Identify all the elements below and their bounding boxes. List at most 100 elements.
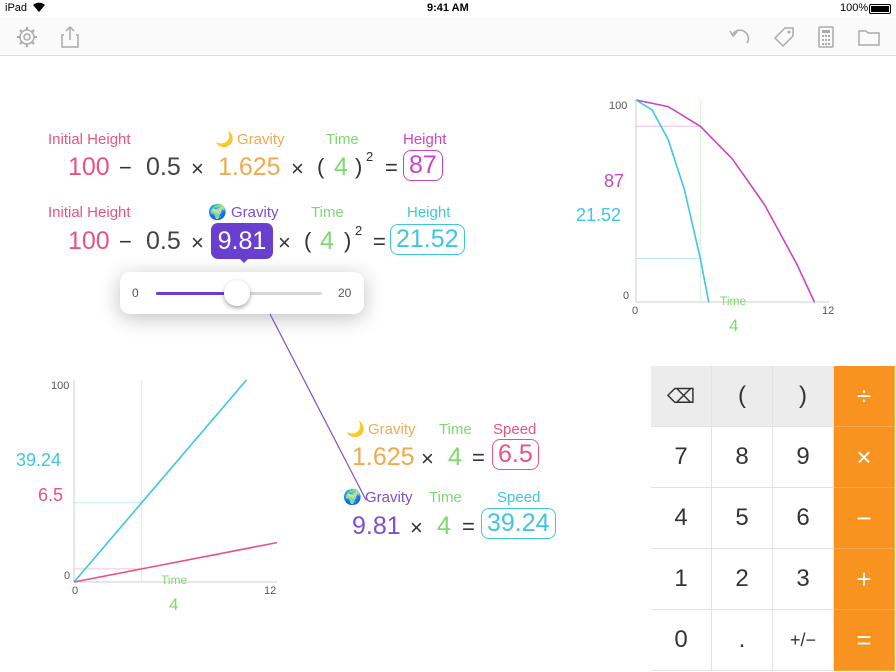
minus-operator: − [119, 229, 132, 254]
wifi-icon [32, 1, 46, 16]
gravity-value-selected[interactable]: 9.81 [211, 223, 273, 259]
earth-icon: 🌍 [208, 204, 227, 221]
key-0[interactable]: 0 [651, 610, 712, 671]
initial-height-value[interactable]: 100 [68, 227, 110, 256]
add-key[interactable]: + [834, 549, 895, 610]
time-value[interactable]: 4 [334, 153, 348, 182]
x-tick-label: 12 [822, 305, 835, 317]
key-7[interactable]: 7 [651, 427, 712, 488]
share-icon[interactable] [57, 24, 83, 50]
key-label: − [856, 502, 872, 533]
moon-icon: 🌙 [215, 131, 234, 148]
key-label: 3 [796, 565, 810, 592]
backspace-key[interactable]: ⌫ [651, 366, 712, 427]
divide-key[interactable]: ÷ [834, 366, 895, 427]
speed-chart-plot[interactable] [40, 374, 280, 589]
x-axis-label: Time [161, 573, 188, 587]
key-label: 0 [674, 626, 688, 653]
time-value[interactable]: 4 [320, 227, 334, 256]
selection-pointer [237, 256, 251, 263]
time-label: Time [326, 131, 359, 148]
y-tick-label: 0 [64, 570, 71, 582]
key-3[interactable]: 3 [773, 549, 834, 610]
y-tick-label: 100 [609, 100, 628, 112]
time-label: Time [429, 489, 462, 506]
gravity-label: Gravity [368, 421, 416, 438]
tag-icon[interactable] [771, 24, 797, 50]
calculator-icon[interactable] [813, 24, 839, 50]
toolbar [0, 18, 896, 56]
half-constant[interactable]: 0.5 [146, 153, 181, 182]
initial-height-label: Initial Height [48, 131, 131, 148]
y-tick-label: 0 [623, 290, 630, 302]
times-operator: × [191, 230, 204, 255]
speed-label: Speed [493, 421, 537, 438]
key-label: + [856, 563, 872, 594]
key-label: +/− [789, 629, 817, 650]
key-label: 6 [796, 504, 810, 531]
multiply-key[interactable]: × [834, 427, 895, 488]
chart-value-label: 39.24 [16, 450, 62, 470]
times-operator: × [191, 156, 204, 181]
equals-operator: = [472, 445, 485, 470]
x-tick-label: 12 [264, 585, 277, 597]
key-label: 4 [674, 504, 688, 531]
key-label: 2 [735, 565, 749, 592]
key-5[interactable]: 5 [712, 488, 773, 549]
key-8[interactable]: 8 [712, 427, 773, 488]
height-label: Height [407, 204, 451, 221]
times-operator: × [291, 156, 304, 181]
gravity-label: Gravity [231, 204, 279, 221]
key-label: × [856, 441, 872, 472]
key-2[interactable]: 2 [712, 549, 773, 610]
open-paren-key[interactable]: ( [712, 366, 773, 427]
key-label: ÷ [856, 380, 872, 411]
key-4[interactable]: 4 [651, 488, 712, 549]
key-1[interactable]: 1 [651, 549, 712, 610]
initial-height-label: Initial Height [48, 204, 131, 221]
gravity-value[interactable]: 9.81 [352, 512, 401, 541]
key-label: 5 [735, 504, 749, 531]
speed-result[interactable]: 6.5 [492, 439, 539, 470]
height-result[interactable]: 21.52 [390, 224, 465, 255]
times-operator: × [410, 515, 423, 540]
x-axis-label: Time [720, 294, 747, 308]
time-value[interactable]: 4 [437, 512, 451, 541]
gear-icon[interactable] [14, 24, 40, 50]
height-label: Height [403, 131, 447, 148]
key-label: 8 [735, 443, 749, 470]
sign-toggle-key[interactable]: +/− [773, 610, 834, 671]
folder-icon[interactable] [856, 24, 882, 50]
minus-operator: − [119, 155, 132, 180]
key-label: ) [799, 382, 807, 409]
half-constant[interactable]: 0.5 [146, 227, 181, 256]
x-value-label: 4 [169, 595, 179, 614]
gravity-label: Gravity [237, 131, 285, 148]
decimal-key[interactable]: . [712, 610, 773, 671]
battery-icon [869, 4, 891, 14]
slider-max-label: 20 [338, 286, 352, 300]
chart-value-label: 6.5 [38, 485, 64, 505]
undo-icon[interactable] [726, 24, 752, 50]
gravity-value[interactable]: 1.625 [352, 443, 415, 472]
open-paren: ( [304, 228, 312, 253]
initial-height-value[interactable]: 100 [68, 153, 110, 182]
device-label: iPad [5, 2, 28, 14]
gravity-label: Gravity [365, 489, 413, 506]
gravity-value[interactable]: 1.625 [218, 153, 281, 182]
equals-key[interactable]: = [834, 610, 895, 671]
battery-percent: 100% [840, 2, 869, 14]
speed-result[interactable]: 39.24 [481, 508, 556, 539]
keypad: ⌫ () ÷ 7 8 9 × 4 5 6 − 1 2 3 +0. +/− = [651, 366, 896, 672]
key-9[interactable]: 9 [773, 427, 834, 488]
series-line-2 [635, 99, 710, 303]
close-paren-key[interactable]: ) [773, 366, 834, 427]
height-result[interactable]: 87 [403, 150, 443, 181]
open-paren: ( [317, 154, 325, 179]
time-label: Time [311, 204, 344, 221]
key-6[interactable]: 6 [773, 488, 834, 549]
x-tick-label: 0 [632, 305, 639, 317]
subtract-key[interactable]: − [834, 488, 895, 549]
time-value[interactable]: 4 [448, 443, 462, 472]
slider-thumb[interactable] [224, 280, 251, 306]
